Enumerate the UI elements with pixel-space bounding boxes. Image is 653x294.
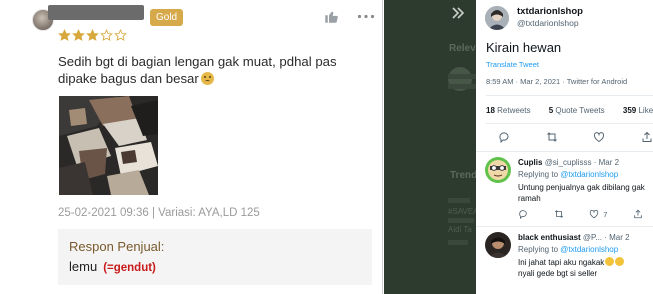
quotes-label: Quote Tweets xyxy=(555,106,605,115)
more-icon[interactable] xyxy=(357,14,375,19)
dim-line xyxy=(448,218,474,223)
divider xyxy=(486,95,653,96)
seller-reply-annotation: (=gendut) xyxy=(103,262,156,274)
retweets-label: Retweets xyxy=(497,106,531,115)
reply-author-name[interactable]: Cuplis xyxy=(518,158,542,167)
likes-stat[interactable]: 359 Likes xyxy=(623,106,653,115)
dim-line xyxy=(448,240,468,245)
review-meta: 25-02-2021 09:36 | Variasi: AYA,LD 125 xyxy=(58,207,260,219)
sad-face-emoji-icon xyxy=(200,72,214,85)
avatar-image xyxy=(485,232,511,258)
star-filled-icon xyxy=(72,29,85,41)
tweet-text: Kirain hewan xyxy=(486,40,562,55)
star-empty-icon xyxy=(100,29,113,41)
tweet-panel: txtdarionlshop @txtdarionlshop Kirain he… xyxy=(476,0,653,294)
reply-actions: 7 xyxy=(518,209,643,219)
tweet-author-handle[interactable]: @txtdarionlshop xyxy=(517,18,579,28)
reviewer-name-redacted xyxy=(48,5,144,20)
seller-response-text: lemu (=gendut) xyxy=(69,259,156,274)
retweets-count: 18 xyxy=(486,106,495,115)
trend-item-2: Aidi Ta xyxy=(448,225,472,234)
reply-text-line-2: nyali gede bgt si seller xyxy=(518,269,598,278)
dim-line xyxy=(448,198,470,203)
review-text: Sedih bgt di bagian lengan gak muat, pdh… xyxy=(58,53,358,87)
likes-label: Likes xyxy=(638,106,653,115)
replying-to-label: Replying to xyxy=(518,245,559,254)
relevant-heading: Releva xyxy=(449,43,476,54)
star-filled-icon xyxy=(86,29,99,41)
seller-response-title: Respon Penjual: xyxy=(69,239,165,254)
dim-line xyxy=(448,84,476,89)
divider xyxy=(476,226,653,227)
reply-text: Untung penjualnya gak dibilang gak ramah xyxy=(518,183,645,203)
avatar-image xyxy=(485,6,509,30)
tweet-actions xyxy=(498,131,653,143)
seller-response-box: Respon Penjual: lemu (=gendut) xyxy=(58,229,372,285)
reply-icon[interactable] xyxy=(498,131,510,143)
reply-author-handle[interactable]: @P... xyxy=(583,233,602,242)
trends-heading: Trend xyxy=(450,170,476,181)
tweet-timestamp[interactable]: 8:59 AM · Mar 2, 2021 · Twitter for Andr… xyxy=(486,77,627,86)
reply-date[interactable]: · Mar 2 xyxy=(594,158,619,167)
star-empty-icon xyxy=(114,29,127,41)
replying-to: Replying to @txtdarionlshop xyxy=(518,170,618,179)
replying-to-label: Replying to xyxy=(518,170,559,179)
reply-like-group[interactable]: 7 xyxy=(589,209,607,219)
retweets-stat[interactable]: 18 Retweets xyxy=(486,106,539,115)
review-photo[interactable] xyxy=(59,96,158,195)
share-icon[interactable] xyxy=(633,209,643,219)
translate-tweet-link[interactable]: Translate Tweet xyxy=(486,60,539,69)
rating-stars xyxy=(58,29,127,42)
reply-icon[interactable] xyxy=(518,209,528,219)
dimmed-background: Releva Trend #SAVEA Aidi Ta xyxy=(384,0,476,294)
likes-count: 359 xyxy=(622,106,637,115)
reply-author-name[interactable]: black enthusiast xyxy=(518,233,581,242)
reply-avatar[interactable] xyxy=(485,157,511,183)
divider xyxy=(476,151,653,152)
reply-like-count: 7 xyxy=(603,209,608,219)
like-icon[interactable] xyxy=(593,131,605,143)
replying-to-handle[interactable]: @txtdarionlshop xyxy=(560,245,618,254)
review-photo-image xyxy=(59,96,158,195)
share-icon[interactable] xyxy=(641,131,653,143)
reply-header: black enthusiast @P... · Mar 2 xyxy=(518,233,630,242)
avatar-image xyxy=(485,157,511,183)
reply-avatar[interactable] xyxy=(485,232,511,258)
quotes-stat[interactable]: 5 Quote Tweets xyxy=(549,106,613,115)
replying-to: Replying to @txtdarionlshop xyxy=(518,245,618,254)
review-panel: Gold Sedih bgt di bagian lengan gak muat… xyxy=(0,0,383,294)
chevron-double-right-icon[interactable] xyxy=(451,6,465,20)
thumbs-up-icon[interactable] xyxy=(324,9,339,24)
retweet-icon[interactable] xyxy=(554,209,564,219)
reply-text-line-1: Ini jahat tapi aku ngakak xyxy=(518,258,605,267)
membership-badge: Gold xyxy=(150,9,184,26)
reply-date[interactable]: · Mar 2 xyxy=(604,233,629,242)
divider xyxy=(486,123,653,124)
replying-to-handle[interactable]: @txtdarionlshop xyxy=(560,170,618,179)
trend-item-1: #SAVEA xyxy=(448,207,476,216)
quotes-count: 5 xyxy=(548,106,554,115)
tweet-author-name[interactable]: txtdarionlshop xyxy=(517,6,583,17)
star-filled-icon xyxy=(58,29,71,41)
like-icon[interactable] xyxy=(589,209,599,219)
reply-header: Cuplis @si_cuplisss · Mar 2 xyxy=(518,158,619,167)
crying-emoji-icon xyxy=(605,257,615,266)
reply-author-handle[interactable]: @si_cuplisss xyxy=(545,158,592,167)
review-text-body: Sedih bgt di bagian lengan gak muat, pdh… xyxy=(58,54,337,86)
dim-line xyxy=(448,74,476,79)
seller-reply-word: lemu xyxy=(69,259,98,274)
laughing-emoji-icon xyxy=(615,257,625,266)
tweet-stats: 18 Retweets 5 Quote Tweets 359 Likes xyxy=(486,106,653,115)
tweet-author-avatar[interactable] xyxy=(485,6,509,30)
reply-text: Ini jahat tapi aku ngakak nyali gede bgt… xyxy=(518,257,648,279)
retweet-icon[interactable] xyxy=(546,131,558,143)
